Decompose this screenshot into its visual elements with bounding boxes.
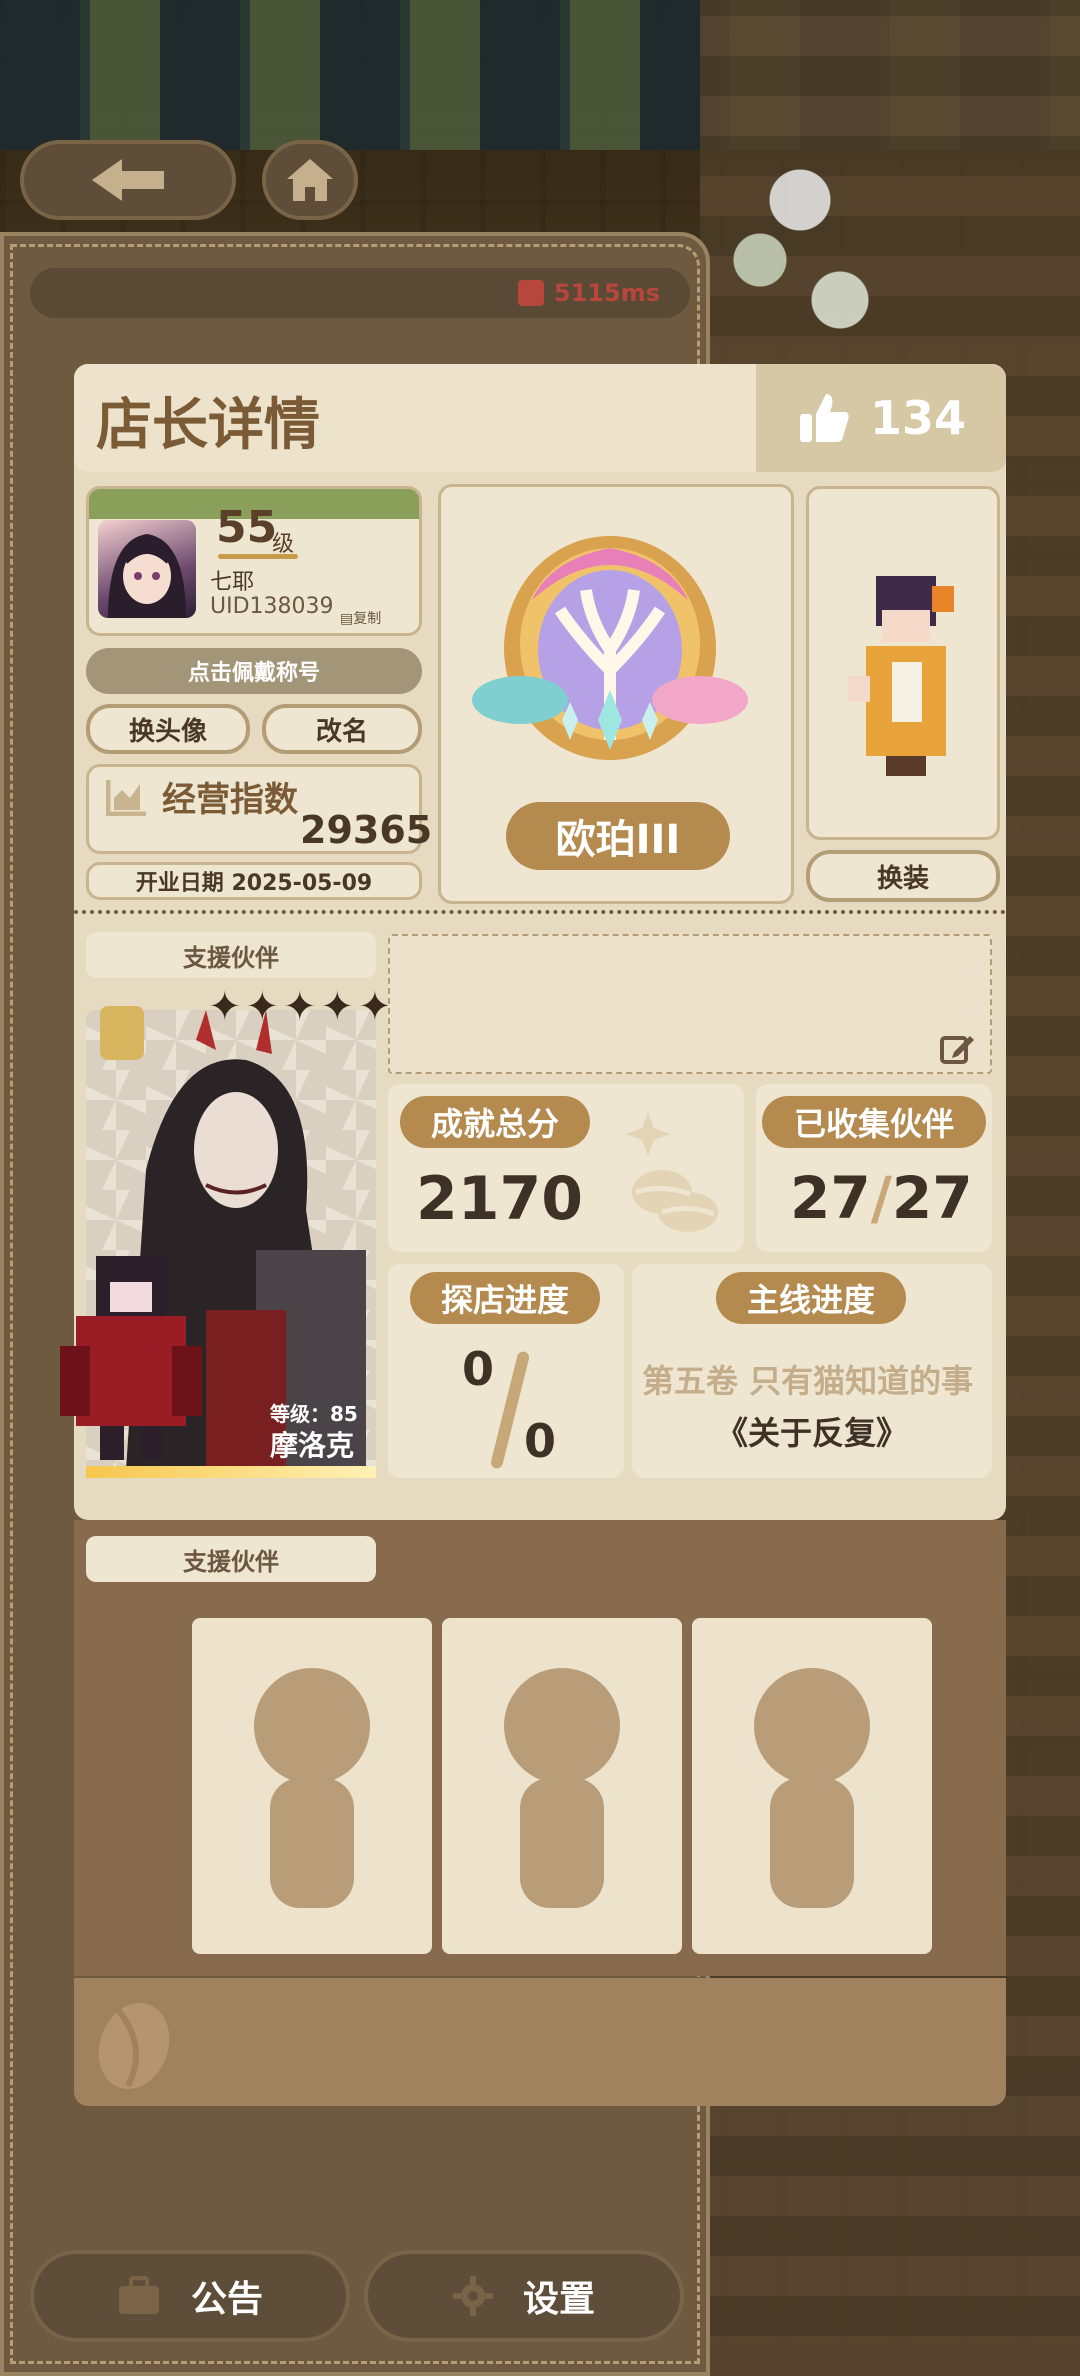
partner-slot-3[interactable]	[692, 1618, 932, 1954]
partner-stars: ✦✦✦✦✦	[208, 984, 396, 1030]
partner-slot-2[interactable]	[442, 1618, 682, 1954]
home-icon	[287, 159, 333, 201]
like-button[interactable]: 134	[756, 364, 1006, 472]
signal-icon	[517, 280, 544, 306]
pixel-character-icon	[848, 576, 954, 776]
thumbs-up-icon	[799, 394, 849, 442]
back-arrow-icon	[92, 159, 164, 201]
element-badge-icon	[100, 1006, 144, 1060]
back-button[interactable]	[20, 140, 236, 220]
home-button[interactable]	[262, 140, 358, 220]
coffee-strip	[74, 1978, 1006, 2106]
medal-name: 欧珀III	[506, 802, 730, 870]
story-title: 《关于反复》	[715, 1414, 908, 1452]
explore-progress-current: 0	[462, 1342, 495, 1396]
empty-slot-silhouette-icon	[754, 1668, 870, 1908]
briefcase-icon	[118, 2276, 159, 2314]
section-divider	[74, 910, 1006, 916]
opal-medal-icon	[472, 536, 748, 760]
copy-uid-button[interactable]: ▤复制	[340, 608, 381, 628]
avatar-portrait-icon	[108, 534, 186, 618]
coffee-bean-icon	[98, 2003, 170, 2089]
change-outfit-button[interactable]: 换装	[806, 850, 1000, 902]
partner-level: 等级：85	[270, 1402, 358, 1426]
pixel-partner-icon	[60, 1256, 202, 1460]
explore-progress-total: 0	[524, 1414, 557, 1468]
partner-rarity-bar	[86, 1466, 376, 1478]
page-title: 店长详情	[96, 393, 320, 458]
story-progress-label: 主线进度	[716, 1272, 906, 1324]
avatar[interactable]	[98, 520, 196, 618]
signature-note[interactable]	[388, 934, 992, 1074]
collected-partners-label: 已收集伙伴	[762, 1096, 986, 1148]
support-partners-tag: 支援伙伴	[86, 1536, 376, 1582]
collected-partners-value: 27/27	[790, 1164, 973, 1232]
chart-icon	[106, 780, 146, 816]
notice-label: 公告	[190, 2279, 263, 2320]
open-date: 开业日期 2025-05-09	[86, 862, 422, 900]
level-underline	[218, 554, 298, 559]
story-chapter: 第五卷 只有猫知道的事	[642, 1362, 974, 1400]
like-count: 134	[869, 391, 967, 445]
gear-icon	[452, 2276, 493, 2316]
partner-slot-1[interactable]	[192, 1618, 432, 1954]
business-index-label: 经营指数	[162, 780, 298, 820]
explore-progress-label: 探店进度	[410, 1272, 600, 1324]
settings-button[interactable]: 设置	[364, 2250, 684, 2342]
partner-name: 摩洛克	[270, 1429, 355, 1462]
player-uid: UID138039	[210, 594, 334, 619]
copy-label: 复制	[353, 611, 382, 627]
edit-icon[interactable]	[940, 1032, 974, 1064]
empty-slot-silhouette-icon	[504, 1668, 620, 1908]
rename-button[interactable]: 改名	[262, 704, 422, 754]
change-avatar-button[interactable]: 换头像	[86, 704, 250, 754]
wear-title-button[interactable]: 点击佩戴称号	[86, 648, 422, 694]
coffee-beans-icon	[626, 1112, 718, 1232]
collected-separator: /	[870, 1164, 892, 1232]
empty-slot-silhouette-icon	[254, 1668, 370, 1908]
business-index-value: 29365	[300, 808, 433, 852]
player-name: 七耶	[210, 570, 255, 595]
player-level: 55	[216, 502, 278, 553]
network-latency: 5115ms	[30, 268, 690, 318]
settings-label: 设置	[522, 2279, 595, 2320]
achievement-value: 2170	[416, 1164, 583, 1234]
support-partner-tag: 支援伙伴	[86, 932, 376, 978]
collected-total: 27	[891, 1164, 973, 1232]
achievement-label: 成就总分	[400, 1096, 590, 1148]
notice-button[interactable]: 公告	[30, 2250, 350, 2342]
collected-count: 27	[790, 1164, 871, 1232]
